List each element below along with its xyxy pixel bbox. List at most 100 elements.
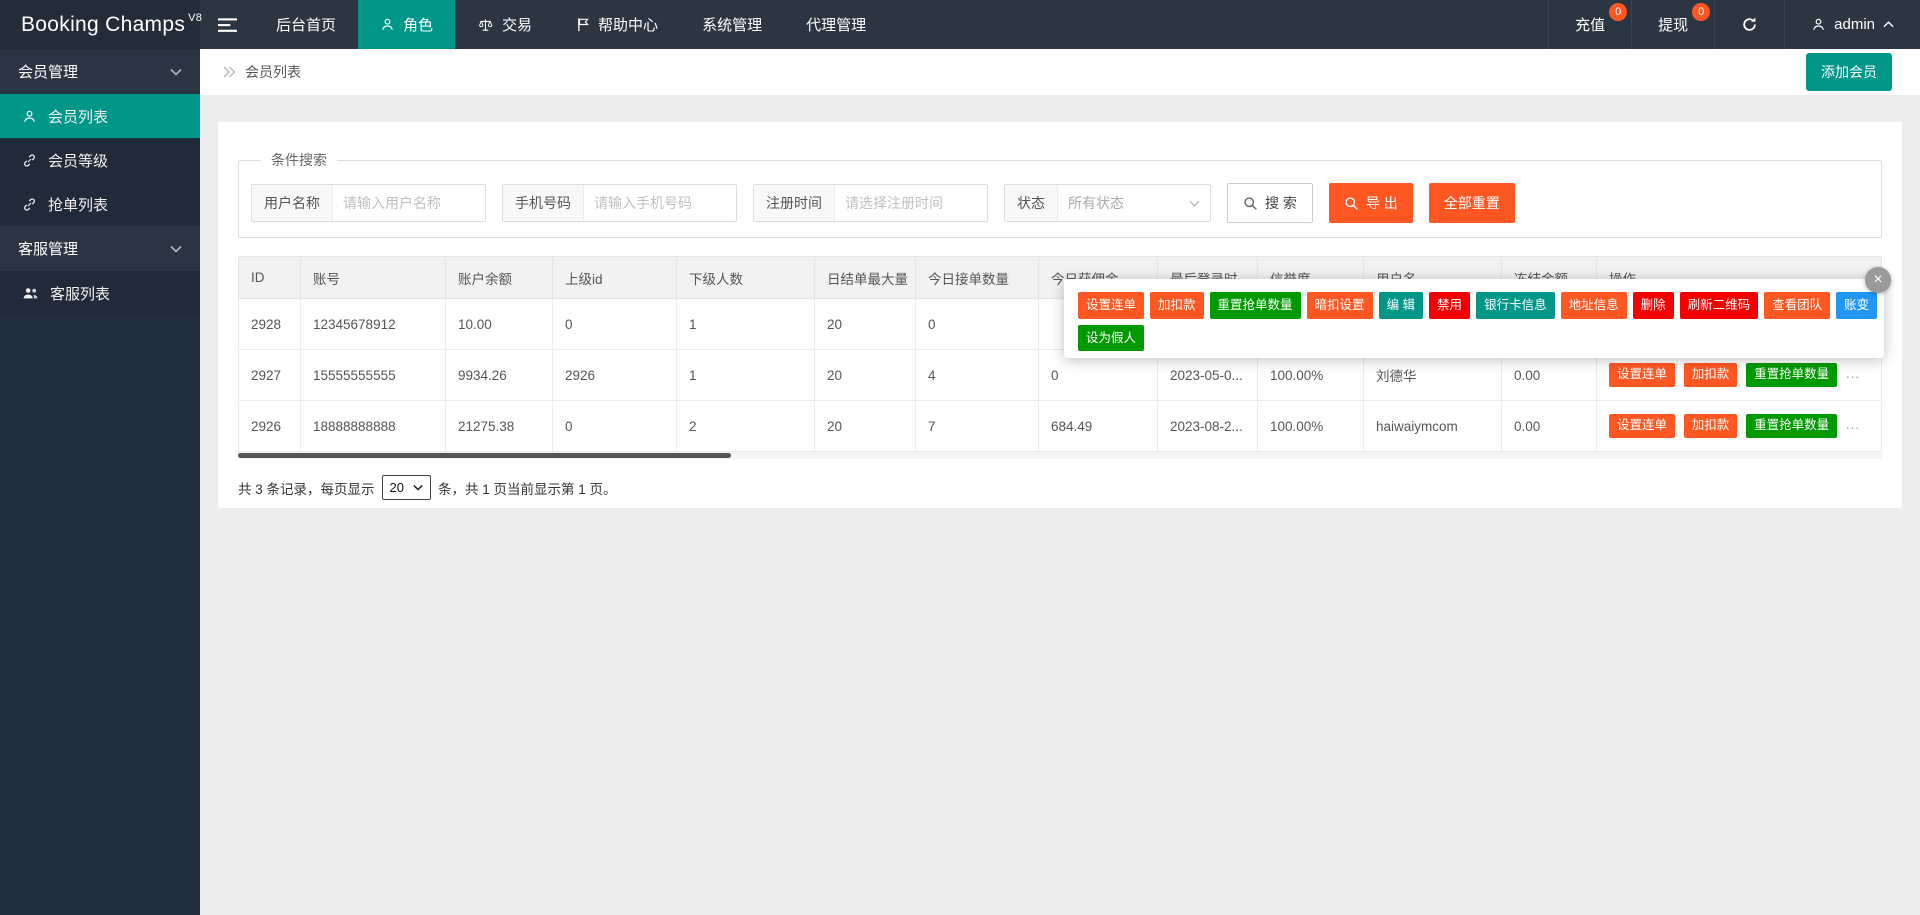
col-header-account: 账号 bbox=[301, 257, 446, 299]
popup-btn-delete[interactable]: 删除 bbox=[1633, 292, 1674, 319]
withdraw-button[interactable]: 提现 0 bbox=[1631, 0, 1714, 49]
cell-parent-id: 0 bbox=[553, 299, 677, 350]
reset-all-button-label: 全部重置 bbox=[1444, 193, 1500, 213]
cell-last-login: 2023-08-2... bbox=[1158, 401, 1258, 452]
nav-item-home-label: 后台首页 bbox=[276, 14, 336, 35]
popup-btn-edit[interactable]: 编 辑 bbox=[1379, 292, 1423, 319]
cell-id: 2926 bbox=[239, 401, 301, 452]
main-content: 条件搜索 用户名称 手机号码 注册时间 状态 所有状态 bbox=[200, 95, 1920, 915]
horizontal-scrollbar bbox=[238, 452, 1882, 459]
actions-cell: 设置连单 加扣款 重置抢单数量 ... bbox=[1597, 401, 1882, 452]
sidebar-item-grab-order-list[interactable]: 抢单列表 bbox=[0, 182, 200, 226]
nav-item-help-center[interactable]: 帮助中心 bbox=[554, 0, 680, 49]
sidebar-item-customer-service-list[interactable]: 客服列表 bbox=[0, 271, 200, 315]
refresh-button[interactable] bbox=[1714, 0, 1784, 49]
cell-subordinates: 1 bbox=[677, 350, 815, 401]
action-reset-grab-count-button[interactable]: 重置抢单数量 bbox=[1746, 363, 1837, 387]
popup-btn-bank-card-info[interactable]: 银行卡信息 bbox=[1476, 292, 1555, 319]
popup-btn-account-change[interactable]: 账变 bbox=[1836, 292, 1877, 319]
pagination-bar: 共 3 条记录，每页显示 20 条，共 1 页当前显示第 1 页。 bbox=[238, 475, 1882, 500]
cell-daily-max: 20 bbox=[815, 299, 916, 350]
pagination-total-suffix: 条，共 1 页当前显示第 1 页。 bbox=[438, 478, 617, 498]
sidebar-group-member-management-label: 会员管理 bbox=[18, 61, 78, 82]
chevron-down-icon bbox=[1189, 200, 1200, 207]
status-filter-value: 所有状态 bbox=[1068, 193, 1124, 213]
sidebar-item-member-list[interactable]: 会员列表 bbox=[0, 94, 200, 138]
status-filter-select[interactable]: 所有状态 bbox=[1058, 185, 1210, 221]
cell-parent-id: 2926 bbox=[553, 350, 677, 401]
sidebar-group-member-management[interactable]: 会员管理 bbox=[0, 49, 200, 94]
breadcrumb-bar: 会员列表 添加会员 bbox=[200, 49, 1920, 95]
cell-daily-max: 20 bbox=[815, 401, 916, 452]
horizontal-scrollbar-thumb[interactable] bbox=[238, 453, 731, 458]
action-set-series-button[interactable]: 设置连单 bbox=[1609, 414, 1675, 438]
action-add-deduct-button[interactable]: 加扣款 bbox=[1684, 363, 1738, 387]
nav-item-home[interactable]: 后台首页 bbox=[254, 0, 358, 49]
popup-btn-set-series[interactable]: 设置连单 bbox=[1078, 292, 1144, 319]
popup-btn-view-team[interactable]: 查看团队 bbox=[1764, 292, 1830, 319]
sidebar-toggle-button[interactable] bbox=[200, 0, 254, 49]
nav-item-roles[interactable]: 角色 bbox=[358, 0, 455, 49]
sidebar-group-customer-service[interactable]: 客服管理 bbox=[0, 226, 200, 271]
cell-account: 12345678912 bbox=[301, 299, 446, 350]
action-reset-grab-count-button[interactable]: 重置抢单数量 bbox=[1746, 414, 1837, 438]
row-actions-popup: × 设置连单 加扣款 重置抢单数量 暗扣设置 编 辑 禁用 银行卡信息 地址信息… bbox=[1064, 279, 1884, 358]
popup-btn-refresh-qrcode[interactable]: 刷新二维码 bbox=[1680, 292, 1759, 319]
popup-btn-add-deduct[interactable]: 加扣款 bbox=[1150, 292, 1204, 319]
nav-item-transactions[interactable]: 交易 bbox=[455, 0, 554, 49]
export-button[interactable]: 导 出 bbox=[1329, 183, 1413, 223]
username-filter-label: 用户名称 bbox=[252, 185, 333, 221]
close-icon[interactable]: × bbox=[1865, 267, 1891, 293]
register-time-filter-input[interactable] bbox=[835, 185, 987, 221]
cell-today-orders: 4 bbox=[916, 350, 1039, 401]
top-navbar: Booking Champs V8 后台首页 角色 交易 帮助中心 系统管理 代… bbox=[0, 0, 1920, 49]
popup-actions-row-1: 设置连单 加扣款 重置抢单数量 暗扣设置 编 辑 禁用 银行卡信息 地址信息 删… bbox=[1078, 292, 1874, 319]
cell-balance: 9934.26 bbox=[446, 350, 553, 401]
cell-daily-max: 20 bbox=[815, 350, 916, 401]
search-button[interactable]: 搜 索 bbox=[1227, 183, 1313, 223]
phone-filter-input[interactable] bbox=[584, 185, 736, 221]
register-time-filter-label: 注册时间 bbox=[754, 185, 835, 221]
popup-btn-disable[interactable]: 禁用 bbox=[1429, 292, 1470, 319]
username-filter-group: 用户名称 bbox=[251, 184, 486, 222]
page-size-select[interactable]: 20 bbox=[382, 475, 431, 500]
sidebar-item-member-level-label: 会员等级 bbox=[48, 150, 108, 171]
search-panel-legend: 条件搜索 bbox=[261, 150, 337, 170]
user-menu[interactable]: admin bbox=[1784, 0, 1920, 49]
cell-account: 18888888888 bbox=[301, 401, 446, 452]
action-add-deduct-button[interactable]: 加扣款 bbox=[1684, 414, 1738, 438]
action-set-series-button[interactable]: 设置连单 bbox=[1609, 363, 1675, 387]
username-filter-input[interactable] bbox=[333, 185, 485, 221]
cell-balance: 10.00 bbox=[446, 299, 553, 350]
action-more-button[interactable]: ... bbox=[1846, 366, 1860, 381]
hamburger-icon bbox=[218, 17, 237, 33]
cell-account: 15555555555 bbox=[301, 350, 446, 401]
recharge-button[interactable]: 充值 0 bbox=[1548, 0, 1631, 49]
cell-today-commission: 684.49 bbox=[1039, 401, 1158, 452]
sidebar-item-member-level[interactable]: 会员等级 bbox=[0, 138, 200, 182]
sidebar-item-grab-order-list-label: 抢单列表 bbox=[48, 194, 108, 215]
popup-btn-address-info[interactable]: 地址信息 bbox=[1561, 292, 1627, 319]
recharge-label: 充值 bbox=[1575, 14, 1605, 35]
filters-row: 用户名称 手机号码 注册时间 状态 所有状态 bbox=[251, 183, 1867, 223]
users-icon bbox=[22, 286, 39, 300]
sidebar-item-member-list-label: 会员列表 bbox=[48, 106, 108, 127]
table-row: 2926 18888888888 21275.38 0 2 20 7 684.4… bbox=[239, 401, 1882, 452]
popup-btn-reset-grab-count[interactable]: 重置抢单数量 bbox=[1210, 292, 1301, 319]
popup-btn-hidden-deduct-settings[interactable]: 暗扣设置 bbox=[1307, 292, 1373, 319]
link-icon bbox=[22, 153, 37, 168]
nav-item-agent-management[interactable]: 代理管理 bbox=[784, 0, 888, 49]
add-member-button[interactable]: 添加会员 bbox=[1806, 53, 1892, 91]
navbar-right-group: 充值 0 提现 0 admin bbox=[1548, 0, 1920, 49]
reset-all-button[interactable]: 全部重置 bbox=[1429, 183, 1515, 223]
app-logo-text: Booking Champs bbox=[21, 13, 185, 37]
user-icon bbox=[380, 17, 395, 32]
cell-subordinates: 1 bbox=[677, 299, 815, 350]
cell-credit: 100.00% bbox=[1258, 401, 1364, 452]
refresh-icon bbox=[1741, 16, 1758, 33]
user-avatar-icon bbox=[1811, 17, 1826, 32]
action-more-button[interactable]: ... bbox=[1846, 417, 1860, 432]
withdraw-badge: 0 bbox=[1692, 3, 1710, 21]
popup-btn-set-fake-user[interactable]: 设为假人 bbox=[1078, 325, 1144, 352]
nav-item-system-management[interactable]: 系统管理 bbox=[680, 0, 784, 49]
